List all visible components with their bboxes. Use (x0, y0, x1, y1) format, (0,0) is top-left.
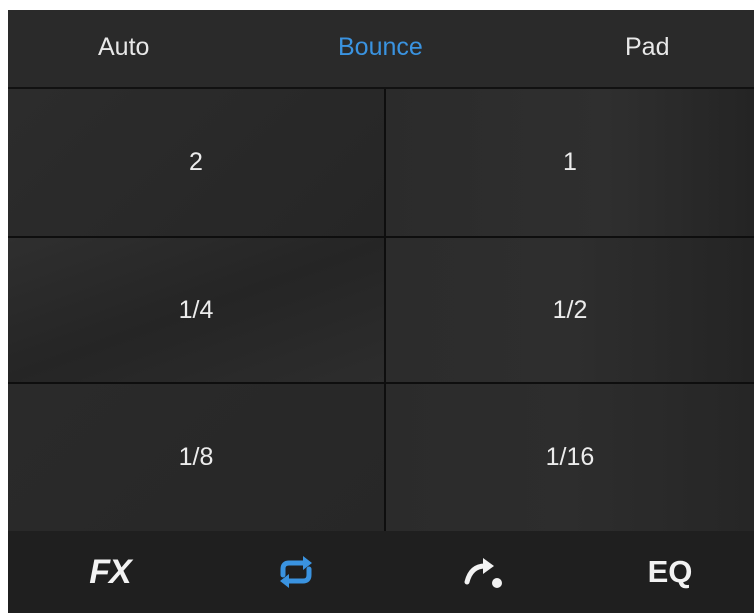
bounce-panel: Auto Bounce Pad 2 1 1/4 1/2 1/8 1/16 FX (8, 10, 754, 613)
beat-button-1-8[interactable]: 1/8 (8, 384, 384, 531)
tab-bounce[interactable]: Bounce (338, 10, 423, 87)
bottom-toolbar: FX EQ (8, 531, 754, 613)
slip-button[interactable] (443, 531, 523, 613)
beat-button-1-4[interactable]: 1/4 (8, 238, 384, 382)
loop-icon (280, 556, 312, 588)
tab-pad[interactable]: Pad (625, 10, 669, 87)
tab-auto[interactable]: Auto (98, 10, 149, 87)
mode-tabs: Auto Bounce Pad (8, 10, 754, 89)
beat-button-1[interactable]: 1 (386, 89, 754, 236)
beat-button-1-2[interactable]: 1/2 (386, 238, 754, 382)
slip-icon (464, 558, 502, 588)
loop-button[interactable] (256, 531, 336, 613)
beat-length-grid: 2 1 1/4 1/2 1/8 1/16 (8, 89, 754, 531)
beat-button-2[interactable]: 2 (8, 89, 384, 236)
fx-button[interactable]: FX (70, 531, 150, 613)
eq-label: EQ (647, 554, 693, 589)
beat-button-1-16[interactable]: 1/16 (386, 384, 754, 531)
eq-button[interactable]: EQ (630, 531, 710, 613)
fx-label: FX (89, 552, 131, 591)
